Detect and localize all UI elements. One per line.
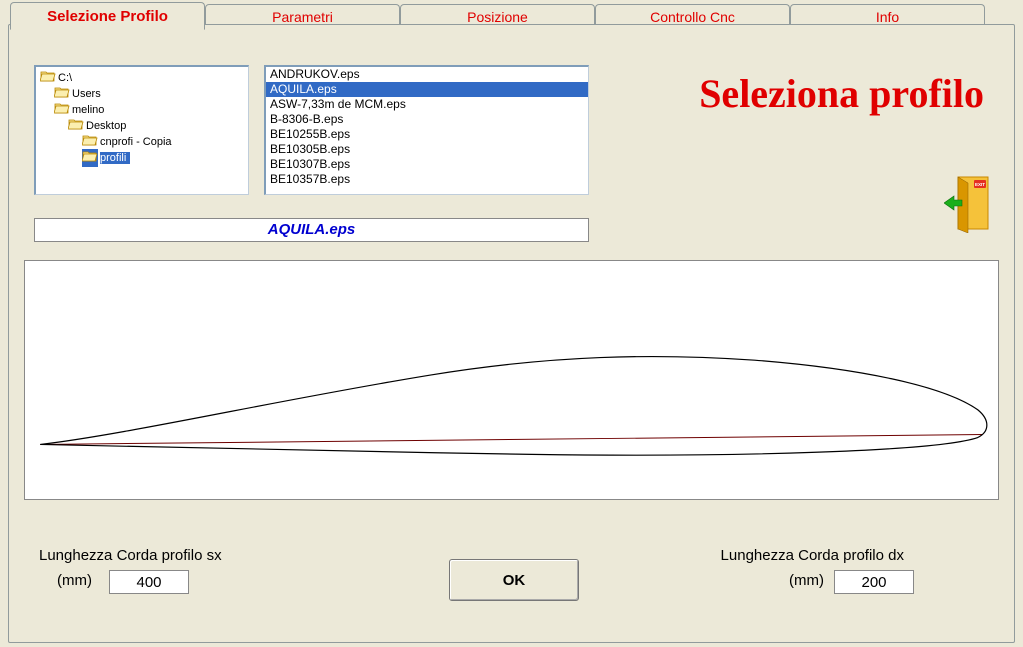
tree-item[interactable]: C:\: [36, 69, 248, 85]
tree-item-label: Users: [72, 88, 101, 100]
svg-text:EXIT: EXIT: [975, 182, 985, 187]
tab-panel: C:\Users melino Desktop cnprofi - Copia prof…: [8, 24, 1015, 643]
tab-selezione-profilo[interactable]: Selezione Profilo: [10, 2, 205, 30]
chord-sx-label: Lunghezza Corda profilo sx: [39, 547, 222, 564]
tree-item[interactable]: cnprofi - Copia: [36, 133, 248, 149]
file-list[interactable]: ANDRUKOV.epsAQUILA.epsASW-7,33m de MCM.e…: [264, 65, 589, 195]
exit-door-icon: EXIT: [944, 175, 994, 233]
tree-item-label: profili: [100, 152, 130, 164]
bottom-controls: Lunghezza Corda profilo sx (mm) OK Lungh…: [9, 547, 1014, 617]
ok-button[interactable]: OK: [449, 559, 579, 601]
tree-item-label: melino: [72, 104, 104, 116]
tree-item[interactable]: profili: [36, 149, 248, 165]
folder-tree[interactable]: C:\Users melino Desktop cnprofi - Copia prof…: [34, 65, 249, 195]
tree-item[interactable]: Users: [36, 85, 248, 101]
chord-dx-label: Lunghezza Corda profilo dx: [721, 547, 904, 564]
page-title: Seleziona profilo: [699, 70, 984, 117]
selected-file-display: AQUILA.eps: [34, 218, 589, 242]
chord-sx-input[interactable]: [109, 570, 189, 594]
file-list-item[interactable]: BE10357B.eps: [266, 172, 588, 187]
file-list-item[interactable]: ANDRUKOV.eps: [266, 67, 588, 82]
airfoil-preview: [24, 260, 999, 500]
file-list-item[interactable]: AQUILA.eps: [266, 82, 588, 97]
chord-sx-unit: (mm): [57, 572, 92, 589]
tree-item-label: cnprofi - Copia: [100, 136, 172, 148]
exit-button[interactable]: EXIT: [944, 175, 994, 233]
tree-item-label: C:\: [58, 72, 72, 84]
folder-icon: [82, 149, 98, 167]
tree-item-label: Desktop: [86, 120, 126, 132]
file-list-item[interactable]: BE10305B.eps: [266, 142, 588, 157]
chord-dx-input[interactable]: [834, 570, 914, 594]
file-list-item[interactable]: BE10255B.eps: [266, 127, 588, 142]
chord-dx-unit: (mm): [789, 572, 824, 589]
file-list-item[interactable]: B-8306-B.eps: [266, 112, 588, 127]
file-list-item[interactable]: ASW-7,33m de MCM.eps: [266, 97, 588, 112]
tree-item[interactable]: melino: [36, 101, 248, 117]
file-list-item[interactable]: BE10307B.eps: [266, 157, 588, 172]
tree-item[interactable]: Desktop: [36, 117, 248, 133]
